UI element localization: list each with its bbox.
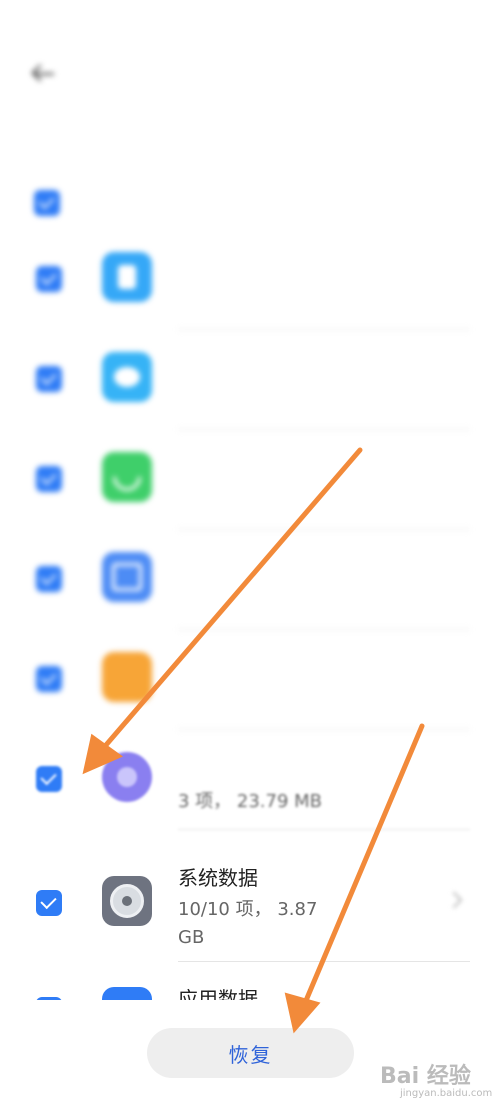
watermark-url: jingyan.baidu.com xyxy=(400,1088,493,1099)
notes-icon xyxy=(102,652,152,702)
list-item-calendar[interactable] xyxy=(0,530,500,630)
screen: 3 项， 23.79 MB 系统数据 10/10 项， 3.87 GB 应用数据… xyxy=(0,0,500,1111)
list-item-contacts[interactable] xyxy=(0,230,500,330)
item-checkbox[interactable] xyxy=(36,366,62,392)
item-checkbox[interactable] xyxy=(36,466,62,492)
item-checkbox[interactable] xyxy=(36,266,62,292)
divider xyxy=(178,829,470,830)
list-item-call-log[interactable] xyxy=(0,430,500,530)
phone-icon xyxy=(102,452,152,502)
divider xyxy=(178,961,470,962)
item-checkbox[interactable] xyxy=(36,566,62,592)
settings-gear-icon xyxy=(102,876,152,926)
messages-icon xyxy=(102,352,152,402)
list-item-music[interactable]: 3 项， 23.79 MB xyxy=(0,730,500,830)
calendar-icon xyxy=(102,552,152,602)
restore-button[interactable]: 恢复 xyxy=(147,1028,354,1078)
list-item-messages[interactable] xyxy=(0,330,500,430)
item-detail: 10/10 项， 3.87 GB xyxy=(178,899,318,948)
list-item-notes[interactable] xyxy=(0,630,500,730)
list-item-system-data[interactable]: 系统数据 10/10 项， 3.87 GB xyxy=(0,850,500,970)
item-name: 系统数据 xyxy=(178,866,258,890)
music-icon xyxy=(102,752,152,802)
item-checkbox[interactable] xyxy=(36,766,62,792)
item-detail: 3 项， 23.79 MB xyxy=(178,791,323,812)
watermark-logo: Bai 经验 xyxy=(380,1064,471,1089)
status-bar xyxy=(0,0,500,36)
select-all-checkbox[interactable] xyxy=(34,190,60,216)
chevron-right-icon[interactable] xyxy=(445,891,463,909)
item-checkbox[interactable] xyxy=(36,666,62,692)
header xyxy=(0,44,500,104)
item-checkbox[interactable] xyxy=(36,890,62,916)
back-arrow-icon[interactable] xyxy=(30,60,58,88)
select-all-row[interactable] xyxy=(34,190,88,216)
contacts-icon xyxy=(102,252,152,302)
